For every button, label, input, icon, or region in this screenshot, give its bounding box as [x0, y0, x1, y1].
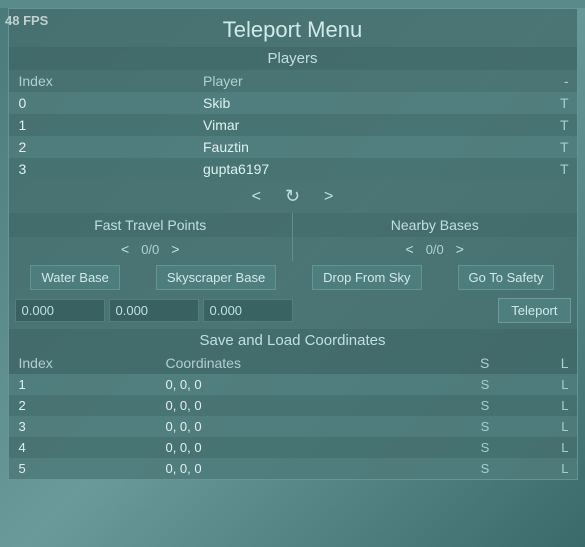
nearby-bases-header: Nearby Bases: [293, 213, 577, 237]
save-load-row: 3 0, 0, 0 S L: [9, 416, 577, 437]
sl-row-index: 2: [9, 395, 156, 416]
col-player: Player: [193, 70, 486, 92]
player-teleport-btn[interactable]: T: [486, 136, 576, 158]
sl-save-btn[interactable]: S: [414, 458, 497, 479]
save-load-row: 4 0, 0, 0 S L: [9, 437, 577, 458]
teleport-button[interactable]: Teleport: [498, 298, 570, 323]
sl-save-btn[interactable]: S: [414, 437, 497, 458]
sl-load-btn[interactable]: L: [497, 374, 576, 395]
ft-nav-right[interactable]: >: [171, 241, 179, 257]
sl-col-l: L: [497, 352, 576, 374]
save-load-section: Save and Load Coordinates Index Coordina…: [9, 329, 577, 479]
water-base-button[interactable]: Water Base: [30, 265, 119, 290]
go-to-safety-button[interactable]: Go To Safety: [458, 265, 555, 290]
nearby-bases-right: Nearby Bases < 0/0 >: [293, 213, 577, 261]
nav-left-button[interactable]: <: [248, 188, 265, 206]
menu-title: Teleport Menu: [9, 9, 577, 47]
nb-nav-left[interactable]: <: [406, 241, 414, 257]
sl-row-index: 3: [9, 416, 156, 437]
player-index: 2: [9, 136, 194, 158]
nearby-bases-nav: < 0/0 >: [293, 237, 577, 261]
fast-travel-section: Fast Travel Points < 0/0 > Nearby Bases …: [9, 213, 577, 261]
save-load-table: Index Coordinates S L 1 0, 0, 0 S L 2 0,…: [9, 352, 577, 479]
sl-load-btn[interactable]: L: [497, 395, 576, 416]
sl-save-btn[interactable]: S: [414, 416, 497, 437]
player-name: gupta6197: [193, 158, 486, 180]
player-index: 0: [9, 92, 194, 114]
player-index: 1: [9, 114, 194, 136]
ft-nav-left[interactable]: <: [121, 241, 129, 257]
sl-row-index: 5: [9, 458, 156, 479]
player-row: 0 Skib T: [9, 92, 577, 114]
save-load-row: 5 0, 0, 0 S L: [9, 458, 577, 479]
sl-load-btn[interactable]: L: [497, 437, 576, 458]
sl-col-index: Index: [9, 352, 156, 374]
sl-save-btn[interactable]: S: [414, 395, 497, 416]
player-name: Fauztin: [193, 136, 486, 158]
save-load-row: 2 0, 0, 0 S L: [9, 395, 577, 416]
sl-row-coords: 0, 0, 0: [155, 416, 414, 437]
coords-input-row: Teleport: [9, 294, 577, 327]
x-coord-input[interactable]: [15, 299, 105, 322]
player-teleport-btn[interactable]: T: [486, 114, 576, 136]
players-section-header: Players: [9, 47, 577, 70]
nav-refresh-button[interactable]: ↻: [285, 186, 300, 207]
sl-row-index: 4: [9, 437, 156, 458]
drop-from-sky-button[interactable]: Drop From Sky: [312, 265, 421, 290]
fast-travel-header: Fast Travel Points: [9, 213, 293, 237]
nav-row: < ↻ >: [9, 180, 577, 213]
y-coord-input[interactable]: [109, 299, 199, 322]
save-load-header: Save and Load Coordinates: [9, 329, 577, 352]
player-index: 3: [9, 158, 194, 180]
sl-col-coords: Coordinates: [155, 352, 414, 374]
players-table: Index Player - 0 Skib T 1 Vimar T 2 Fauz…: [9, 70, 577, 180]
ft-counter: 0/0: [141, 242, 159, 257]
player-teleport-btn[interactable]: T: [486, 92, 576, 114]
sl-row-coords: 0, 0, 0: [155, 395, 414, 416]
player-row: 2 Fauztin T: [9, 136, 577, 158]
sl-col-s: S: [414, 352, 497, 374]
player-row: 3 gupta6197 T: [9, 158, 577, 180]
sl-row-index: 1: [9, 374, 156, 395]
col-action: -: [486, 70, 576, 92]
nb-counter: 0/0: [426, 242, 444, 257]
fast-travel-nav: < 0/0 >: [9, 237, 293, 261]
skyscraper-base-button[interactable]: Skyscraper Base: [156, 265, 276, 290]
col-index: Index: [9, 70, 194, 92]
player-teleport-btn[interactable]: T: [486, 158, 576, 180]
nav-right-button[interactable]: >: [320, 188, 337, 206]
sl-row-coords: 0, 0, 0: [155, 458, 414, 479]
fast-travel-left: Fast Travel Points < 0/0 >: [9, 213, 294, 261]
nb-nav-right[interactable]: >: [456, 241, 464, 257]
player-name: Skib: [193, 92, 486, 114]
sl-save-btn[interactable]: S: [414, 374, 497, 395]
z-coord-input[interactable]: [203, 299, 293, 322]
teleport-menu-panel: Teleport Menu Players Index Player - 0 S…: [8, 8, 578, 480]
sl-load-btn[interactable]: L: [497, 458, 576, 479]
travel-points-row: Water Base Skyscraper Base Drop From Sky…: [9, 261, 577, 294]
sl-row-coords: 0, 0, 0: [155, 437, 414, 458]
player-name: Vimar: [193, 114, 486, 136]
sl-row-coords: 0, 0, 0: [155, 374, 414, 395]
save-load-row: 1 0, 0, 0 S L: [9, 374, 577, 395]
fps-counter: 48 FPS: [5, 13, 48, 28]
player-row: 1 Vimar T: [9, 114, 577, 136]
sl-load-btn[interactable]: L: [497, 416, 576, 437]
